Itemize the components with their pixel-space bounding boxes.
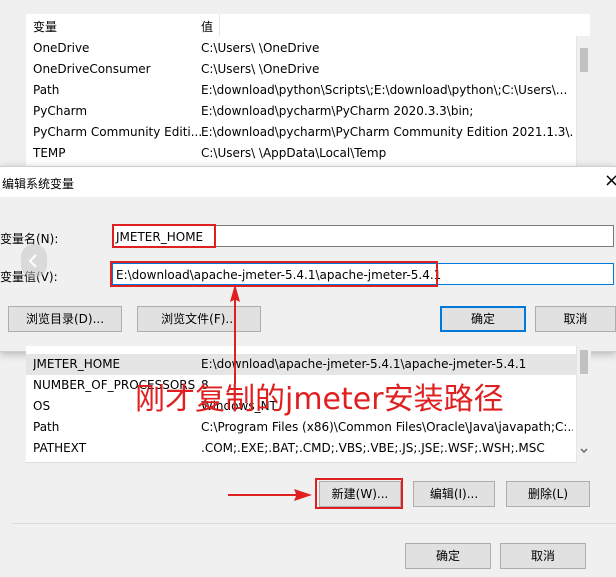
edit-system-variable-dialog: 编辑系统变量 × 变量名(N): JMETER_HOME 变量值(V): E:\…: [0, 166, 616, 352]
header-value[interactable]: 值: [201, 18, 213, 35]
row-name: TEMP: [33, 146, 66, 160]
close-icon[interactable]: ×: [604, 171, 616, 191]
row-name: OneDriveConsumer: [33, 62, 151, 76]
table-row[interactable]: OneDrive C:\Users\ \OneDrive: [26, 38, 576, 59]
row-value: .COM;.EXE;.BAT;.CMD;.VBS;.VBE;.JS;.JSE;.…: [201, 441, 545, 455]
row-name: PATHEXT: [33, 441, 87, 455]
system-vars-scrollbar[interactable]: [576, 346, 591, 462]
annotation-up-arrow: [230, 284, 240, 384]
scrollbar-thumb[interactable]: [580, 48, 588, 72]
user-vars-table-header: 变量 值: [26, 14, 590, 37]
row-value: E:\download\python\Scripts\;E:\download\…: [201, 83, 568, 97]
table-row[interactable]: TEMP C:\Users\ \AppData\Local\Temp: [26, 143, 576, 164]
new-button-highlight-box: [315, 478, 403, 509]
row-name: PyCharm: [33, 104, 88, 118]
table-row[interactable]: Path E:\download\python\Scripts\;E:\down…: [26, 80, 576, 101]
dialog-ok-button[interactable]: 确定: [440, 306, 526, 332]
scrollbar-thumb[interactable]: [580, 350, 588, 374]
row-name: Path: [33, 83, 60, 97]
row-name: Path: [33, 420, 60, 434]
row-value: E:\download\apache-jmeter-5.4.1\apache-j…: [201, 357, 527, 371]
table-row[interactable]: Path C:\Program Files (x86)\Common Files…: [26, 417, 576, 438]
annotation-text: 刚才复制的jmeter安装路径: [135, 382, 504, 417]
header-separator: [219, 14, 220, 36]
dialog-title: 编辑系统变量: [2, 177, 75, 191]
table-row[interactable]: OneDriveConsumer C:\Users\ \OneDrive: [26, 59, 576, 80]
row-value: E:\download\pycharm\PyCharm Community Ed…: [201, 125, 573, 139]
delete-variable-button[interactable]: 删除(L): [506, 481, 590, 507]
scroll-down-icon[interactable]: [580, 448, 588, 454]
ok-button[interactable]: 确定: [405, 543, 491, 569]
edit-variable-button[interactable]: 编辑(I)...: [413, 481, 495, 507]
row-name: JMETER_HOME: [33, 357, 121, 371]
row-value: C:\Users\ \OneDrive: [201, 62, 320, 76]
row-name: OneDrive: [33, 41, 90, 55]
table-row[interactable]: PyCharm E:\download\pycharm\PyCharm 2020…: [26, 101, 576, 122]
annotation-right-arrow: [228, 489, 312, 501]
user-vars-scrollbar[interactable]: [576, 36, 591, 166]
user-vars-list: OneDrive C:\Users\ \OneDrive OneDriveCon…: [26, 36, 576, 166]
browse-directory-button[interactable]: 浏览目录(D)...: [8, 306, 122, 332]
back-arrow-icon: [21, 244, 47, 278]
row-value: E:\download\pycharm\PyCharm 2020.3.3\bin…: [201, 104, 474, 118]
row-name: PyCharm Community Editi...: [33, 125, 203, 139]
table-row[interactable]: PATHEXT .COM;.EXE;.BAT;.CMD;.VBS;.VBE;.J…: [26, 438, 576, 459]
row-value: C:\Users\ \AppData\Local\Temp: [201, 146, 387, 160]
table-row[interactable]: PyCharm Community Editi... E:\download\p…: [26, 122, 576, 143]
value-highlight-box: [110, 261, 438, 287]
dialog-titlebar: 编辑系统变量 ×: [0, 167, 616, 197]
cancel-button[interactable]: 取消: [500, 543, 586, 569]
row-value: C:\Users\ \OneDrive: [201, 41, 320, 55]
dialog-cancel-button[interactable]: 取消: [535, 306, 616, 332]
row-value: C:\Program Files (x86)\Common Files\Orac…: [201, 420, 573, 434]
panel-divider: [12, 523, 616, 524]
table-row[interactable]: JMETER_HOME E:\download\apache-jmeter-5.…: [26, 354, 576, 375]
name-highlight-box: [112, 224, 216, 248]
header-variable[interactable]: 变量: [33, 18, 57, 35]
